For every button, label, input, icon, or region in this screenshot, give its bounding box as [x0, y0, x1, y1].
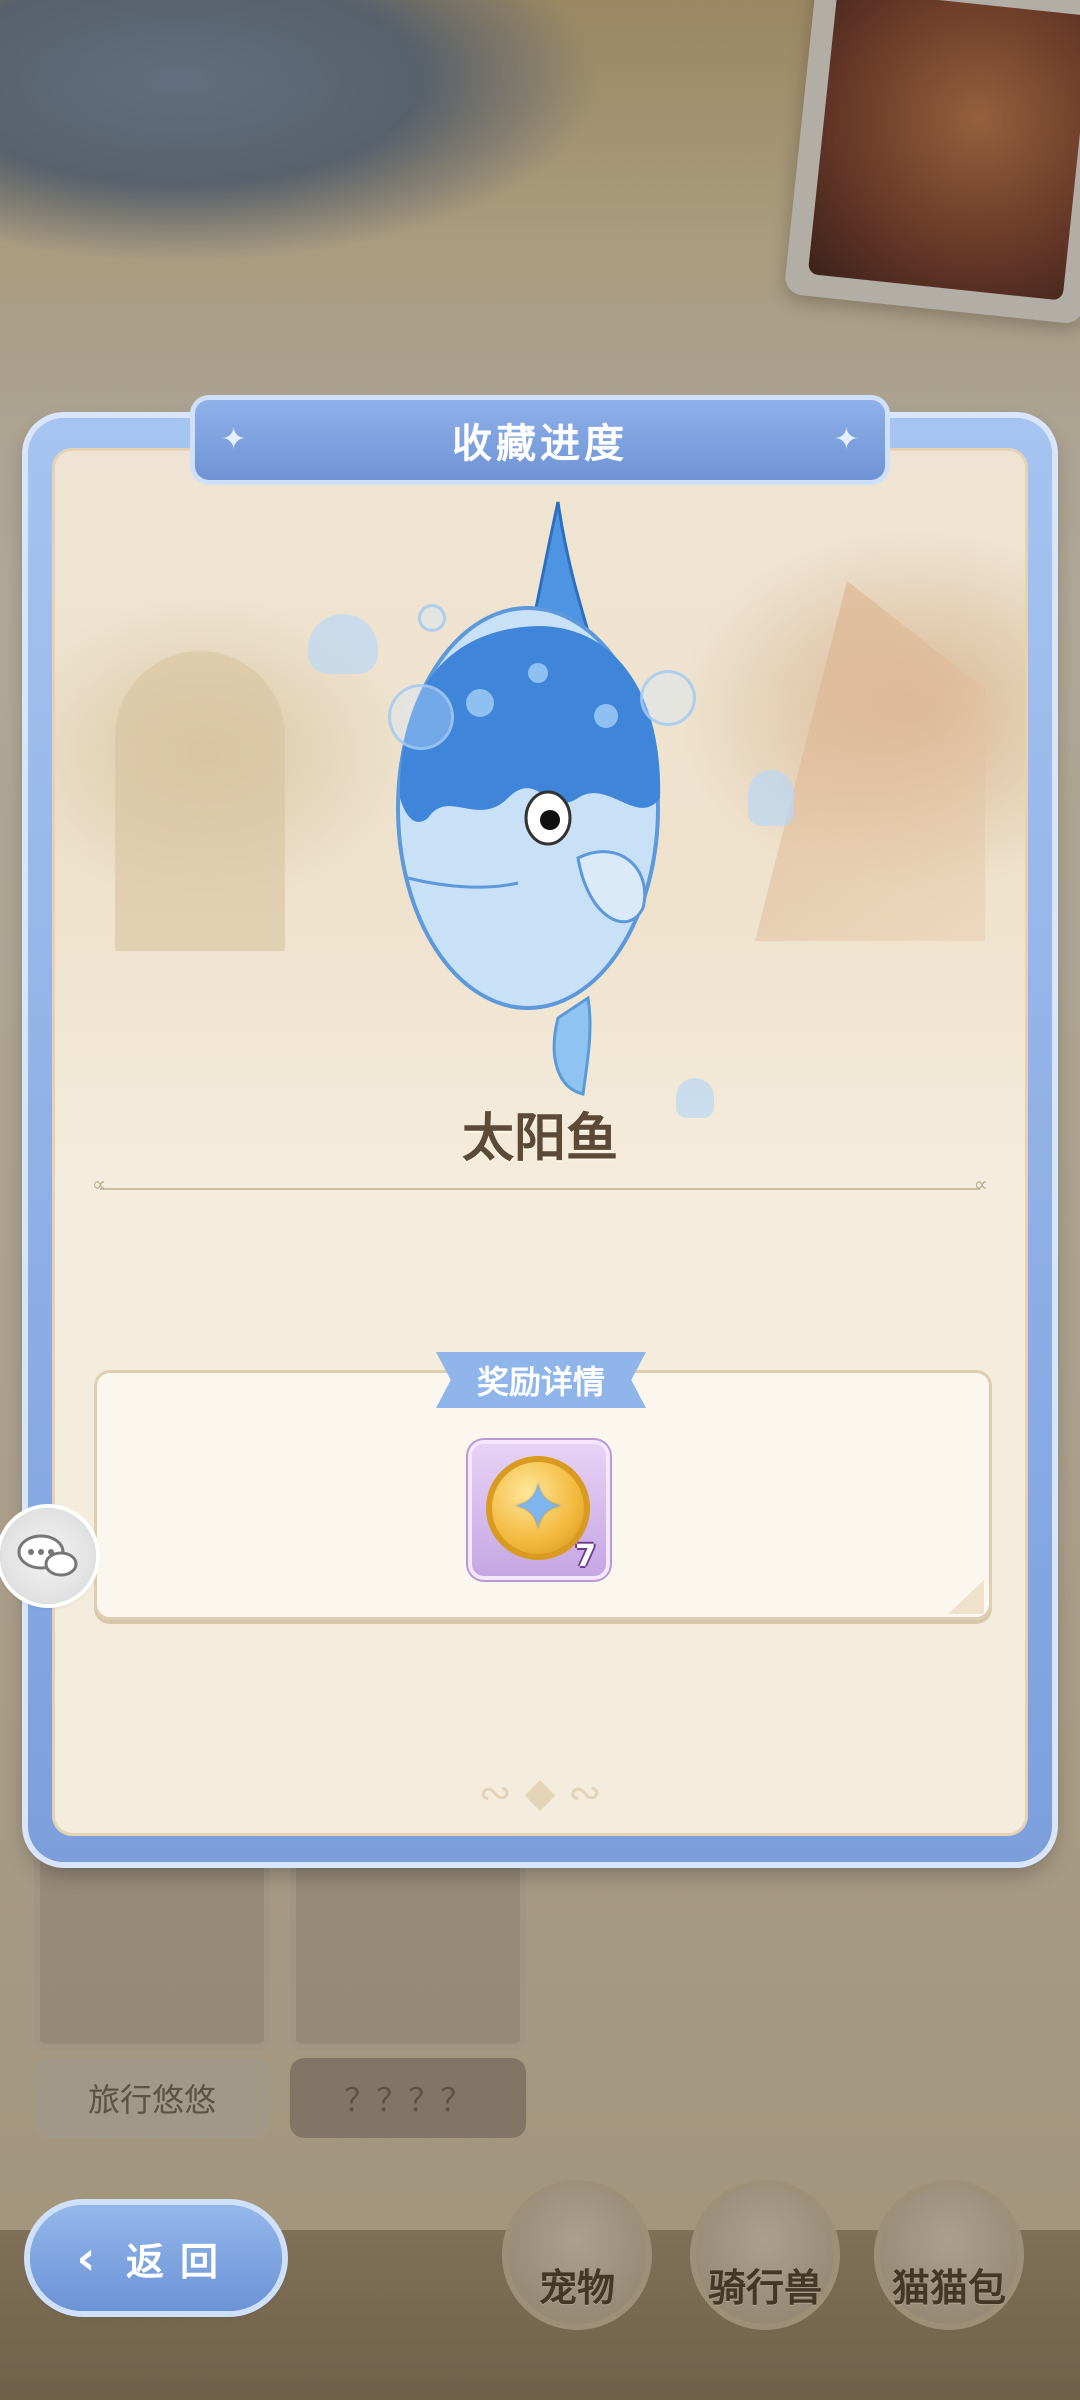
bubble-decor: [418, 604, 446, 632]
reward-details-label: 奖励详情: [436, 1352, 646, 1408]
back-button-label: 返回: [126, 2239, 235, 2284]
reward-item-slot[interactable]: ✦ 7: [472, 1444, 606, 1576]
sparkle-icon: ✦: [221, 422, 247, 457]
creature-name: 太阳鱼: [461, 1109, 618, 1169]
reward-item-count: 7: [575, 1539, 596, 1574]
back-button[interactable]: ‹ 返回: [30, 2205, 282, 2311]
back-arrow-icon: ‹: [76, 2231, 96, 2285]
sparkle-icon: ✦: [833, 422, 859, 457]
bubble-decor: [388, 684, 454, 750]
chat-button[interactable]: [0, 1508, 96, 1604]
sunfish-illustration: [388, 498, 688, 1098]
dialog-title: 收藏进度: [452, 421, 628, 467]
chat-icon: [17, 1534, 78, 1577]
dialog-title-tab: ✦ 收藏进度 ✦: [195, 400, 885, 480]
bubble-decor: [640, 670, 696, 726]
jellyfish-decor: [748, 770, 794, 826]
divider-line: [92, 1172, 988, 1196]
cat-emblem-icon: ∾ ◆ ∾: [478, 1770, 602, 1816]
